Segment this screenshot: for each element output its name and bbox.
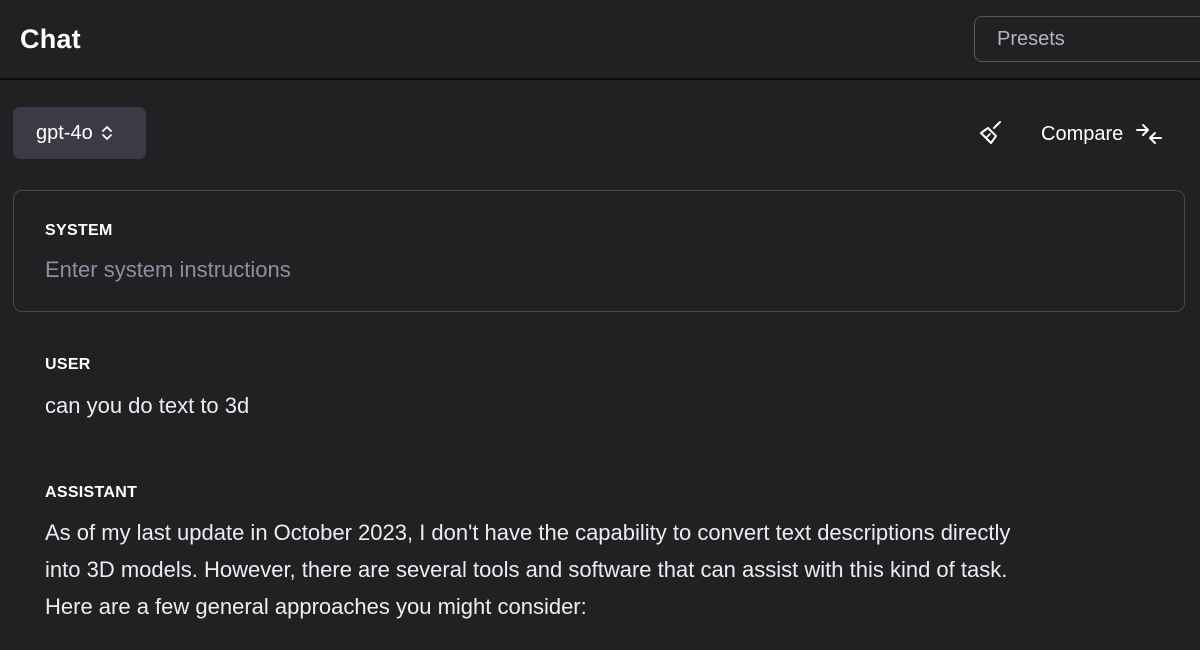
system-input-placeholder[interactable]: Enter system instructions (45, 257, 291, 283)
page-title: Chat (20, 24, 81, 54)
assistant-message-line: Here are a few general approaches you mi… (45, 594, 587, 619)
compare-label: Compare (1041, 122, 1124, 145)
assistant-message[interactable]: As of my last update in October 2023, I … (45, 514, 1010, 625)
chevron-up-down-icon (101, 126, 112, 140)
system-label: SYSTEM (45, 222, 113, 239)
model-select[interactable]: gpt-4o (13, 107, 146, 159)
header: Chat Presets (0, 0, 1200, 80)
assistant-role-label[interactable]: ASSISTANT (45, 484, 137, 502)
system-instructions-box[interactable]: SYSTEM Enter system instructions (13, 190, 1185, 312)
presets-select[interactable]: Presets (974, 16, 1200, 62)
assistant-message-line: As of my last update in October 2023, I … (45, 520, 1011, 545)
model-select-label: gpt-4o (36, 121, 93, 144)
broom-icon[interactable] (978, 120, 1004, 146)
assistant-message-line: into 3D models. However, there are sever… (45, 557, 1008, 582)
user-role-label[interactable]: USER (45, 356, 91, 374)
user-message[interactable]: can you do text to 3d (45, 387, 249, 424)
compare-arrows-icon (1136, 124, 1163, 144)
user-message-line: can you do text to 3d (45, 393, 250, 418)
compare-button[interactable]: Compare (1041, 119, 1163, 149)
